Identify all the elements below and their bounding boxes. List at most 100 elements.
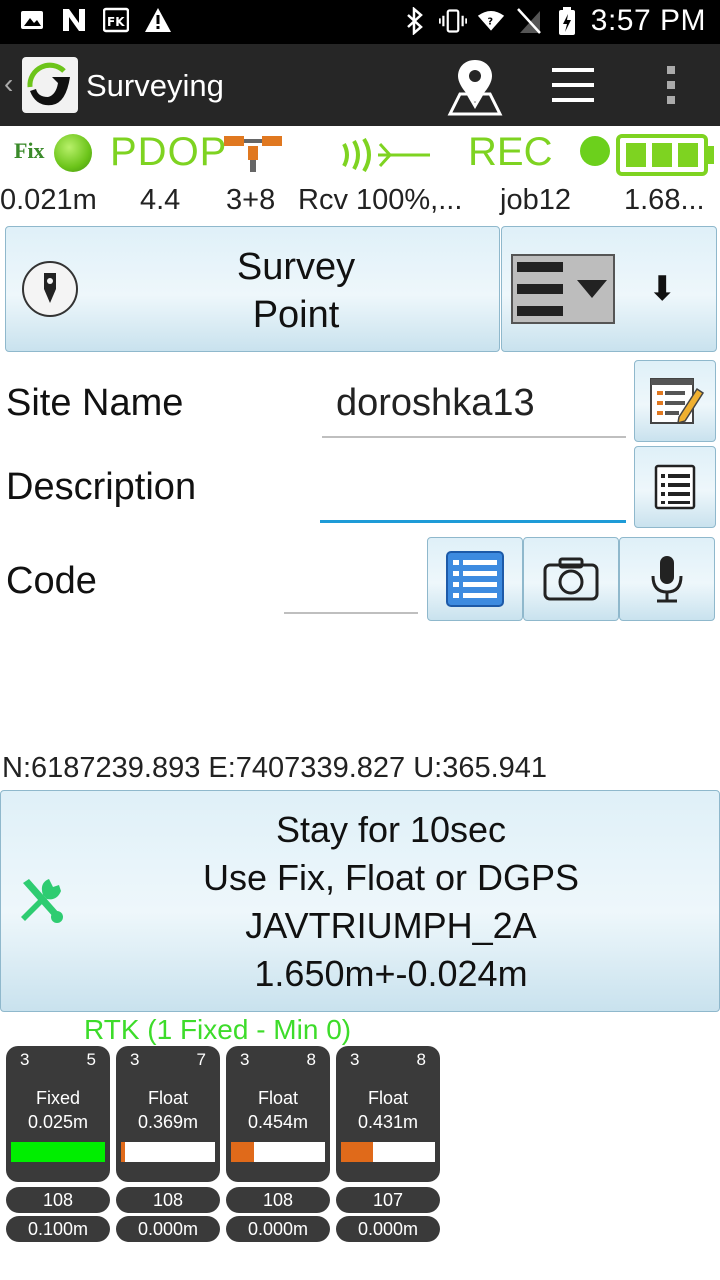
tile-quality-fill: [11, 1142, 105, 1162]
bluetooth-icon: [401, 7, 429, 35]
tile-quality-bar: [121, 1142, 215, 1162]
rtk-solution-tile[interactable]: 3 8 Float 0.431m: [336, 1046, 440, 1182]
tile-accuracy: 0.431m: [357, 1112, 419, 1132]
accuracy-value[interactable]: 0.021m: [0, 184, 97, 217]
microphone-icon: [651, 556, 683, 603]
current-coordinates: N:6187239.893 E:7407339.827 U:365.941: [2, 752, 548, 784]
rtk-solution-tile[interactable]: 3 7 Float 0.369m: [116, 1046, 220, 1182]
edit-note-icon: [650, 378, 705, 425]
app-bar: ‹ Surveying: [0, 44, 720, 126]
warning-icon: [144, 6, 172, 34]
tile-left-count: 3: [350, 1050, 360, 1069]
tile-distance: 0.000m: [116, 1216, 220, 1242]
tile-right-count: 8: [306, 1050, 316, 1069]
antenna-height[interactable]: 1.68...: [624, 184, 705, 217]
radio-link-icon[interactable]: [338, 138, 432, 172]
receiver-battery-icon[interactable]: [616, 134, 716, 176]
hamburger-icon: [552, 68, 594, 102]
arrow-down-icon: ⬇: [648, 270, 677, 308]
code-input[interactable]: [284, 560, 418, 614]
app-logo[interactable]: [22, 57, 78, 113]
wifi-icon: ?: [477, 7, 505, 35]
tile-accuracy: 0.454m: [247, 1112, 309, 1132]
image-notification-icon: [18, 6, 46, 34]
survey-point-button[interactable]: Survey Point: [5, 226, 500, 352]
tile-quality-fill: [341, 1142, 373, 1162]
map-pin-button[interactable]: [446, 56, 504, 116]
tile-epoch-count: 108: [6, 1187, 110, 1213]
stake-pin-icon: [22, 261, 78, 317]
job-name[interactable]: job12: [500, 184, 571, 217]
tile-quality-fill: [121, 1142, 125, 1162]
rtk-summary-title: RTK (1 Fixed - Min 0): [84, 1014, 352, 1045]
survey-mode-dropdown-button[interactable]: ⬇: [501, 226, 717, 352]
tile-left-count: 3: [240, 1050, 250, 1069]
list-dropdown-icon: [511, 254, 615, 324]
fix-label: Fix: [14, 138, 45, 163]
tools-icon: [21, 879, 63, 923]
battery-charging-icon: [553, 7, 581, 35]
code-label: Code: [6, 560, 97, 602]
stay-line1: Stay for 10sec: [275, 809, 507, 850]
tile-quality-bar: [341, 1142, 435, 1162]
receiver-status[interactable]: Rcv 100%,...: [298, 184, 462, 217]
tile-quality-bar: [231, 1142, 325, 1162]
site-name-input[interactable]: doroshka13: [322, 380, 626, 438]
rtk-solution-tile[interactable]: 3 5 Fixed 0.025m: [6, 1046, 110, 1182]
rec-label[interactable]: REC: [468, 130, 552, 175]
stay-line4: 1.650m+-0.024m: [254, 953, 528, 994]
camera-icon: [543, 557, 599, 601]
system-status-bar: FK ? 3:57 PM: [0, 0, 720, 44]
stay-line2: Use Fix, Float or DGPS: [202, 857, 580, 898]
hamburger-menu-button[interactable]: [548, 60, 598, 110]
tile-distance: 0.000m: [226, 1216, 330, 1242]
stay-line3: JAVTRIUMPH_2A: [245, 905, 537, 946]
tile-left-count: 3: [130, 1050, 140, 1069]
edit-notes-button[interactable]: [634, 360, 716, 442]
list-icon: [654, 464, 696, 510]
code-list-icon: [446, 551, 504, 607]
tile-epoch-count: 108: [226, 1187, 330, 1213]
tile-distance: 0.000m: [336, 1216, 440, 1242]
tile-state: Float: [367, 1088, 409, 1108]
more-vertical-icon: [667, 66, 675, 104]
tile-accuracy: 0.369m: [137, 1112, 199, 1132]
overflow-menu-button[interactable]: [656, 60, 686, 110]
pdop-label[interactable]: PDOP: [110, 130, 227, 175]
n-notification-icon: [60, 6, 88, 34]
fix-status-indicator-icon[interactable]: [54, 134, 92, 172]
gnss-status-row: Fix PDOP REC: [0, 126, 720, 182]
tile-right-count: 7: [196, 1050, 206, 1069]
tile-left-count: 3: [20, 1050, 30, 1069]
gnss-info-row: 0.021m 4.4 3+8 Rcv 100%,... job12 1.68..…: [0, 182, 720, 222]
vibrate-icon: [438, 7, 467, 35]
survey-button-line1: Survey: [236, 246, 356, 288]
satellite-count[interactable]: 3+8: [226, 184, 275, 217]
tile-epoch-count: 107: [336, 1187, 440, 1213]
no-sim-icon: [515, 7, 543, 35]
satellite-icon[interactable]: [222, 132, 284, 176]
map-pin-icon: [447, 60, 503, 116]
recording-indicator-icon: [580, 136, 610, 166]
back-chevron-icon[interactable]: ‹: [4, 68, 13, 100]
tile-quality-fill: [231, 1142, 254, 1162]
code-list-button[interactable]: [427, 537, 523, 621]
camera-button[interactable]: [523, 537, 619, 621]
description-list-button[interactable]: [634, 446, 716, 528]
microphone-button[interactable]: [619, 537, 715, 621]
screen-title: Surveying: [86, 68, 224, 103]
tile-distance: 0.100m: [6, 1216, 110, 1242]
clock: 3:57 PM: [590, 4, 706, 37]
tile-right-count: 8: [416, 1050, 426, 1069]
tile-epoch-count: 108: [116, 1187, 220, 1213]
site-name-value: doroshka13: [336, 382, 535, 424]
fk-notification-icon: FK: [102, 6, 130, 34]
pdop-value[interactable]: 4.4: [140, 184, 180, 217]
tile-state: Float: [147, 1088, 189, 1108]
description-input[interactable]: [320, 462, 626, 523]
measure-status-button[interactable]: Stay for 10sec Use Fix, Float or DGPS JA…: [0, 790, 720, 1012]
rtk-solution-tile[interactable]: 3 8 Float 0.454m: [226, 1046, 330, 1182]
svg-text:FK: FK: [107, 15, 125, 29]
tile-accuracy: 0.025m: [27, 1112, 89, 1132]
tile-right-count: 5: [86, 1050, 96, 1069]
